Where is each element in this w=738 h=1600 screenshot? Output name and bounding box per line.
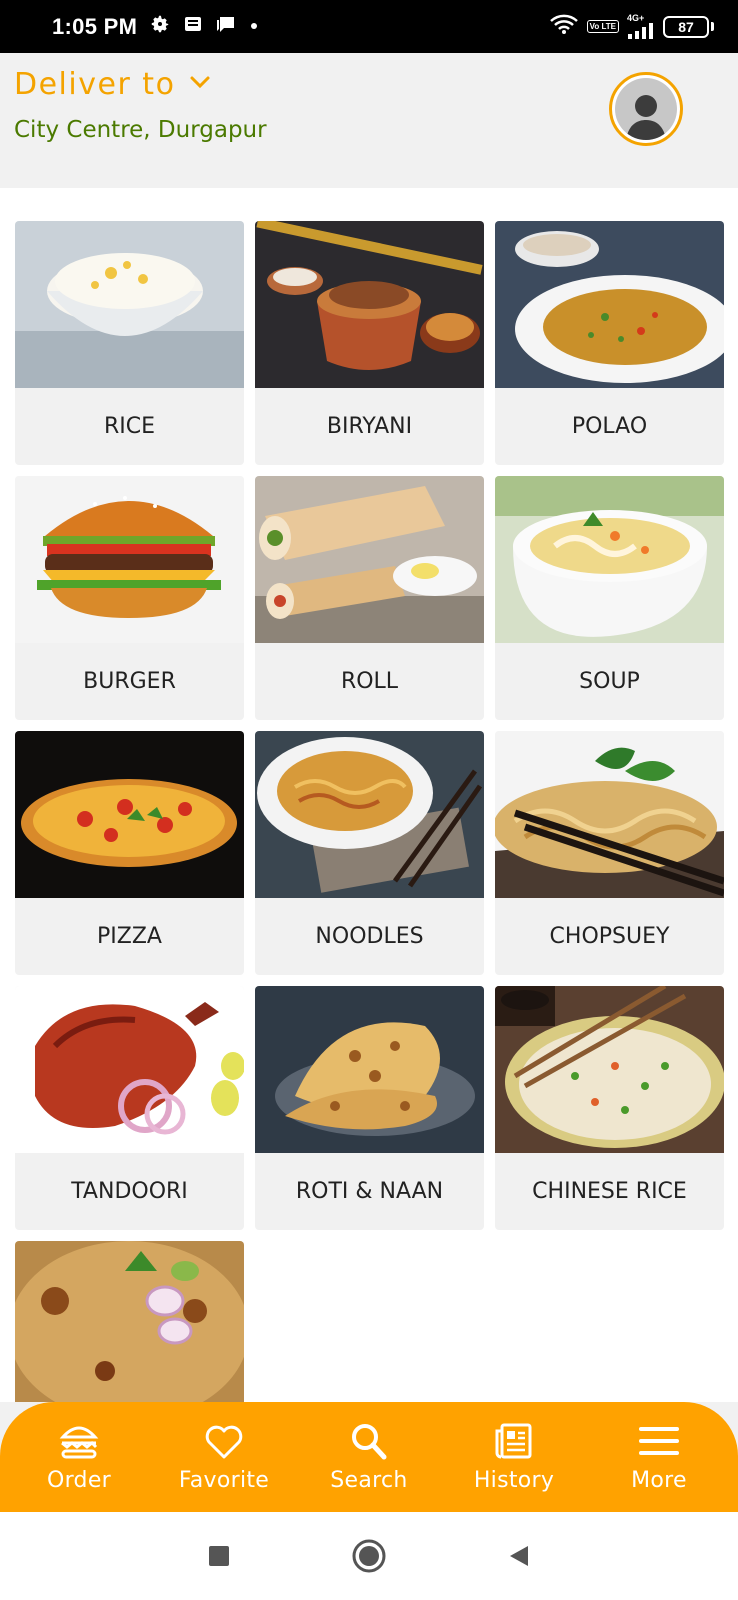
category-card-rice[interactable]: RICE [15,221,244,465]
category-card-roti-naan[interactable]: ROTI & NAAN [255,986,484,1230]
polao-plate-image [495,221,724,388]
category-label: SOUP [579,669,640,694]
nav-more[interactable]: More [594,1420,724,1512]
chinese-rice-image [495,986,724,1153]
profile-avatar[interactable] [609,72,683,146]
avatar-placeholder-icon [615,78,677,140]
rice-bowl-image [15,221,244,388]
category-card-pizza[interactable]: PIZZA [15,731,244,975]
back-triangle-icon[interactable] [499,1536,539,1576]
message-icon [215,14,237,39]
signal-icon: 4G+ [627,14,655,39]
category-label: BIRYANI [326,414,413,439]
category-card-roll[interactable]: ROLL [255,476,484,720]
nav-history[interactable]: History [449,1420,579,1512]
recents-square-icon[interactable] [199,1536,239,1576]
category-label: TANDOORI [71,1179,188,1204]
nav-label: Order [46,1468,112,1493]
category-card-burger[interactable]: BURGER [15,476,244,720]
app-screen: 1:05 PM Vo LTE 4G+ 87 Deliver to City Ce… [0,0,738,1600]
category-label: CHINESE RICE [532,1179,687,1204]
dot-icon [249,18,259,36]
category-label: NOODLES [315,924,424,949]
category-card-partial[interactable] [15,1241,244,1402]
network-type: 4G+ [627,13,645,23]
status-time: 1:05 PM [52,13,138,39]
delivery-location[interactable]: City Centre, Durgapur [14,117,267,143]
bottom-nav: Order Favorite Search History More [0,1402,738,1512]
nav-label: History [473,1468,555,1493]
biryani-plate-image [15,1241,244,1402]
status-right-icons: Vo LTE 4G+ 87 [549,13,714,40]
category-label: RICE [103,414,156,439]
tandoori-image [15,986,244,1153]
heart-icon [201,1420,247,1462]
nav-order[interactable]: Order [14,1420,144,1512]
category-card-tandoori[interactable]: TANDOORI [15,986,244,1230]
category-card-soup[interactable]: SOUP [495,476,724,720]
category-list[interactable]: RICE BIRYANI POLAO BURGER ROLL SOUP PIZZ… [0,188,738,1402]
nav-favorite[interactable]: Favorite [159,1420,289,1512]
nav-label: Favorite [178,1468,270,1493]
category-card-chinese-rice[interactable]: CHINESE RICE [495,986,724,1230]
category-card-noodles[interactable]: NOODLES [255,731,484,975]
deliver-to-selector[interactable]: Deliver to [14,67,211,102]
roll-image [255,476,484,643]
deliver-to-label: Deliver to [14,67,176,102]
noodles-image [255,731,484,898]
category-label: ROTI & NAAN [295,1179,444,1204]
soup-bowl-image [495,476,724,643]
category-grid: RICE BIRYANI POLAO BURGER ROLL SOUP PIZZ… [15,221,724,1402]
biryani-pot-image [255,221,484,388]
volte-badge: Vo LTE [586,20,619,33]
wifi-icon [549,13,579,40]
naan-image [255,986,484,1153]
pizza-image [15,731,244,898]
chopsuey-image [495,731,724,898]
nav-search[interactable]: Search [304,1420,434,1512]
burger-image [15,476,244,643]
category-label: CHOPSUEY [549,924,670,949]
home-circle-icon[interactable] [349,1536,389,1576]
system-nav-bar [0,1512,738,1600]
status-bar: 1:05 PM Vo LTE 4G+ 87 [0,0,738,53]
category-label: ROLL [340,669,399,694]
category-card-polao[interactable]: POLAO [495,221,724,465]
burger-icon [56,1420,102,1462]
battery-level: 87 [663,15,709,38]
nav-label: Search [330,1468,408,1493]
status-left-icons [149,13,259,40]
category-label: POLAO [571,414,648,439]
gear-icon [149,13,171,40]
category-card-biryani[interactable]: BIRYANI [255,221,484,465]
search-icon [346,1420,392,1462]
header: Deliver to City Centre, Durgapur [0,53,738,188]
category-label: BURGER [83,669,176,694]
menu-icon [636,1420,682,1462]
category-card-chopsuey[interactable]: CHOPSUEY [495,731,724,975]
news-icon [183,14,203,39]
category-label: PIZZA [97,924,162,949]
newspaper-icon [491,1420,537,1462]
battery-icon: 87 [663,15,714,38]
nav-label: More [631,1468,687,1493]
chevron-down-icon [189,75,211,94]
